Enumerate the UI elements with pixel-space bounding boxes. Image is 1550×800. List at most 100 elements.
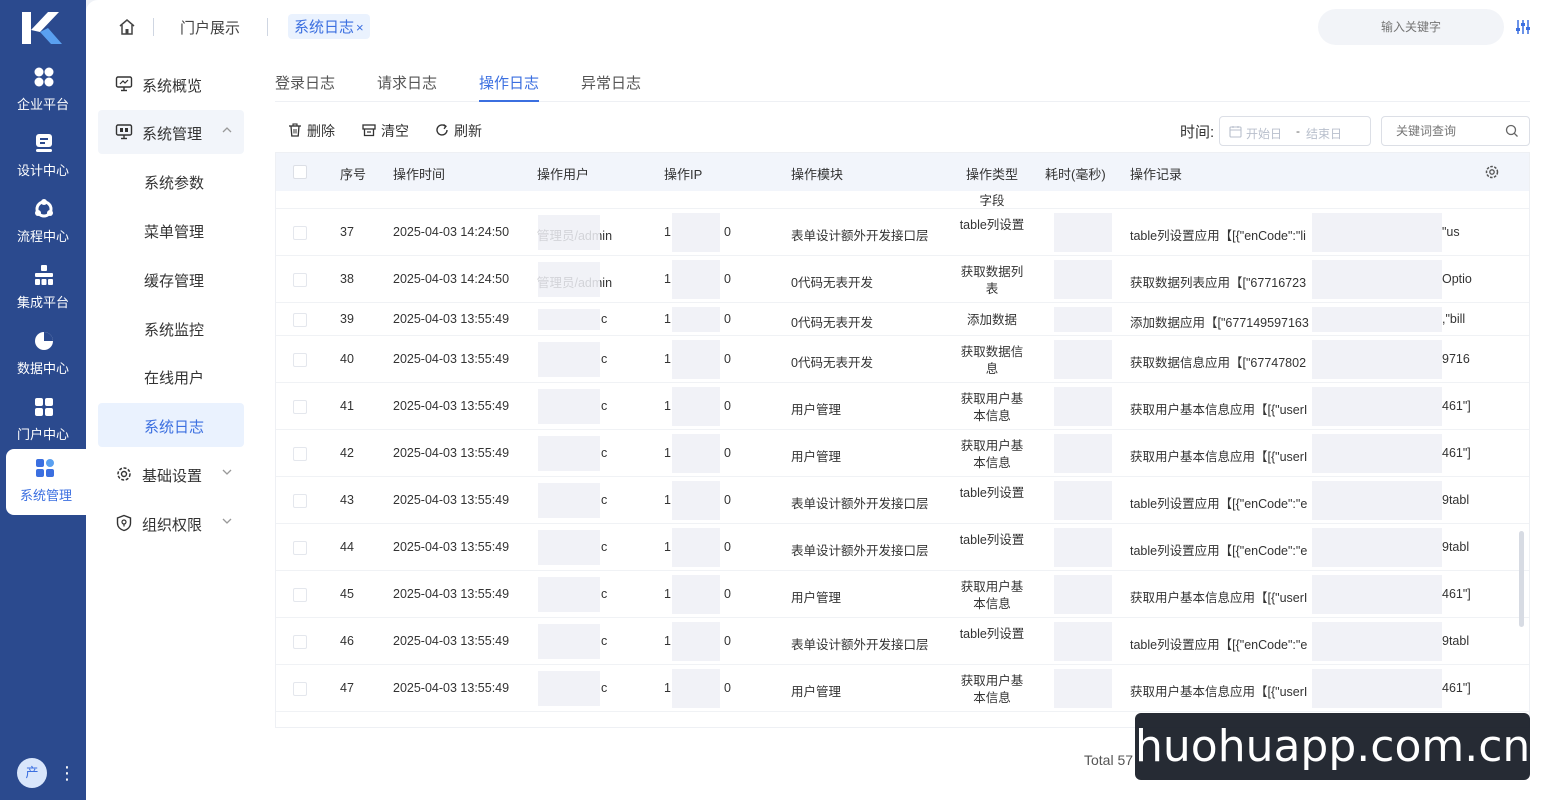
operation-log-table: 序号 操作时间 操作用户 操作IP 操作模块 操作类型 耗时(毫秒) 操作记录 …	[275, 152, 1530, 728]
cell-ip: 1	[664, 587, 671, 601]
rail-item-integration[interactable]: 集成平台	[0, 260, 86, 320]
total-count: Total 57	[1084, 752, 1134, 768]
refresh-button[interactable]: 刷新	[435, 120, 487, 140]
home-icon[interactable]	[118, 18, 136, 36]
row-checkbox[interactable]	[293, 353, 307, 367]
top-bar: 门户展示 系统日志 ×	[86, 0, 1550, 54]
vertical-scrollbar[interactable]	[1519, 531, 1524, 627]
date-separator: -	[1296, 124, 1300, 138]
table-row[interactable]: 46 2025-04-03 13:55:49 c 1 0 表单设计额外开发接口层 table…	[276, 618, 1529, 665]
col-type: 操作类型	[966, 167, 1019, 182]
rail-item-enterprise[interactable]: 企业平台	[0, 62, 86, 122]
table-row[interactable]: 45 2025-04-03 13:55:49 c 1 0 用户管理 获取用户基本信息 获取用户…	[276, 571, 1529, 618]
redaction-mask	[1312, 387, 1442, 426]
table-row-partial: 字段	[276, 191, 1529, 209]
cell-record: table列设置应用【[{"enCode":"li	[1130, 229, 1306, 243]
subnav-org-permissions[interactable]: 组织权限	[98, 501, 244, 545]
cell-record: 获取用户基本信息应用【[{"userI	[1130, 685, 1308, 699]
gear-icon[interactable]	[1484, 164, 1500, 180]
tab-system-log[interactable]: 系统日志 ×	[288, 14, 370, 39]
tab-exception-log[interactable]: 异常日志	[581, 72, 641, 102]
table-row[interactable]: 47 2025-04-03 13:55:49 c 1 0 用户管理 获取用户基本信息 获取用户…	[276, 665, 1529, 712]
subnav-basic-settings[interactable]: 基础设置	[98, 452, 244, 496]
row-checkbox[interactable]	[293, 494, 307, 508]
close-icon[interactable]: ×	[356, 20, 364, 35]
row-checkbox[interactable]	[293, 226, 307, 240]
rail-item-flow[interactable]: 流程中心	[0, 194, 86, 254]
tab-login-log[interactable]: 登录日志	[275, 72, 335, 102]
subnav-system-params[interactable]: 系统参数	[98, 159, 244, 203]
rail-item-design[interactable]: 设计中心	[0, 128, 86, 188]
row-checkbox[interactable]	[293, 400, 307, 414]
delete-button[interactable]: 删除	[288, 120, 340, 140]
cell-time: 2025-04-03 13:55:49	[393, 587, 510, 601]
subnav-system-overview[interactable]: 系统概览	[98, 62, 244, 106]
cell-module: 表单设计额外开发接口层	[791, 497, 929, 511]
tab-portal-display[interactable]: 门户展示	[180, 17, 240, 38]
row-checkbox[interactable]	[293, 273, 307, 287]
subnav-system-monitor[interactable]: 系统监控	[98, 306, 244, 350]
filter-settings-icon[interactable]	[1514, 18, 1532, 36]
select-all-checkbox[interactable]	[293, 165, 307, 179]
table-row[interactable]: 39 2025-04-03 13:55:49 c 1 0 0代码无表开发 添加数据 添加数据应…	[276, 303, 1529, 336]
cell-no: 38	[340, 272, 354, 286]
tab-request-log[interactable]: 请求日志	[377, 72, 437, 102]
subnav-cache-manage[interactable]: 缓存管理	[98, 257, 244, 301]
global-search-input[interactable]	[1318, 9, 1504, 45]
cell-record-tail: 461"]	[1442, 399, 1471, 413]
subnav-label: 缓存管理	[144, 273, 205, 290]
subnav-system-manage[interactable]: 系统管理	[98, 110, 244, 154]
row-checkbox[interactable]	[293, 447, 307, 461]
clear-button[interactable]: 清空	[362, 120, 414, 140]
tab-operation-log[interactable]: 操作日志	[479, 72, 540, 102]
redaction-mask	[672, 213, 720, 252]
cell-ip: 1	[664, 681, 671, 695]
row-checkbox[interactable]	[293, 682, 307, 696]
date-end-placeholder: 结束日	[1306, 127, 1343, 141]
cell-type: table列设置	[959, 218, 1025, 232]
date-range-picker[interactable]: 开始日 - 结束日	[1219, 116, 1371, 146]
cell-module: 表单设计额外开发接口层	[791, 544, 929, 558]
redaction-mask	[672, 434, 720, 473]
table-row[interactable]: 40 2025-04-03 13:55:49 c 1 0 0代码无表开发 获取数据信息 获取数…	[276, 336, 1529, 383]
subnav-online-users[interactable]: 在线用户	[98, 354, 244, 398]
table-row[interactable]: 372025-04-03 14:24:50管理员/admin10表单设计额外开发…	[276, 209, 1529, 256]
cell-duration: 0	[724, 399, 731, 413]
subnav-menu-manage[interactable]: 菜单管理	[98, 208, 244, 252]
rail-item-data[interactable]: 数据中心	[0, 326, 86, 386]
redaction-mask	[672, 481, 720, 520]
table-row[interactable]: 41 2025-04-03 13:55:49 c 1 0 用户管理 获取用户基本信息 获取用户…	[276, 383, 1529, 430]
subnav-system-log[interactable]: 系统日志	[98, 403, 244, 447]
row-checkbox[interactable]	[293, 541, 307, 555]
more-icon[interactable]: ⋮	[58, 760, 76, 786]
table-row[interactable]: 42 2025-04-03 13:55:49 c 1 0 用户管理 获取用户基本信息 获取用户…	[276, 430, 1529, 477]
log-tabs: 登录日志 请求日志 操作日志 异常日志	[275, 60, 1530, 102]
cell-no: 45	[340, 587, 354, 601]
table-row[interactable]: 43 2025-04-03 13:55:49 c 1 0 表单设计额外开发接口层 table…	[276, 477, 1529, 524]
search-icon[interactable]	[1505, 124, 1519, 138]
rail-label: 集成平台	[16, 295, 69, 310]
chevron-up-icon	[222, 127, 232, 133]
secondary-sidebar: 系统概览 系统管理 系统参数 菜单管理 缓存管理 系统监控 在线用户 系统日志 …	[86, 54, 266, 800]
table-row[interactable]: 382025-04-03 14:24:50管理员/admin100代码无表开发获…	[276, 256, 1529, 303]
redaction-mask	[672, 260, 720, 299]
subnav-label: 系统管理	[142, 126, 203, 143]
cell-ip: 1	[664, 493, 671, 507]
redaction-mask	[538, 342, 600, 377]
avatar[interactable]: 产	[17, 758, 47, 788]
row-checkbox[interactable]	[293, 635, 307, 649]
rail-item-system[interactable]: 系统管理	[6, 449, 86, 515]
cell-record-tail: 9716	[1442, 352, 1470, 366]
row-checkbox[interactable]	[293, 313, 307, 327]
redaction-mask	[1054, 575, 1112, 614]
rail-item-portal[interactable]: 门户中心	[0, 392, 86, 452]
cell-no: 44	[340, 540, 354, 554]
chevron-down-icon	[222, 469, 232, 475]
table-row[interactable]: 44 2025-04-03 13:55:49 c 1 0 表单设计额外开发接口层 table…	[276, 524, 1529, 571]
subnav-label: 系统概览	[142, 78, 203, 95]
cell-type: 获取数据信息	[960, 345, 1024, 376]
row-checkbox[interactable]	[293, 588, 307, 602]
redaction-mask	[1054, 434, 1112, 473]
redaction-mask	[538, 262, 600, 297]
logo-icon[interactable]	[18, 8, 66, 48]
